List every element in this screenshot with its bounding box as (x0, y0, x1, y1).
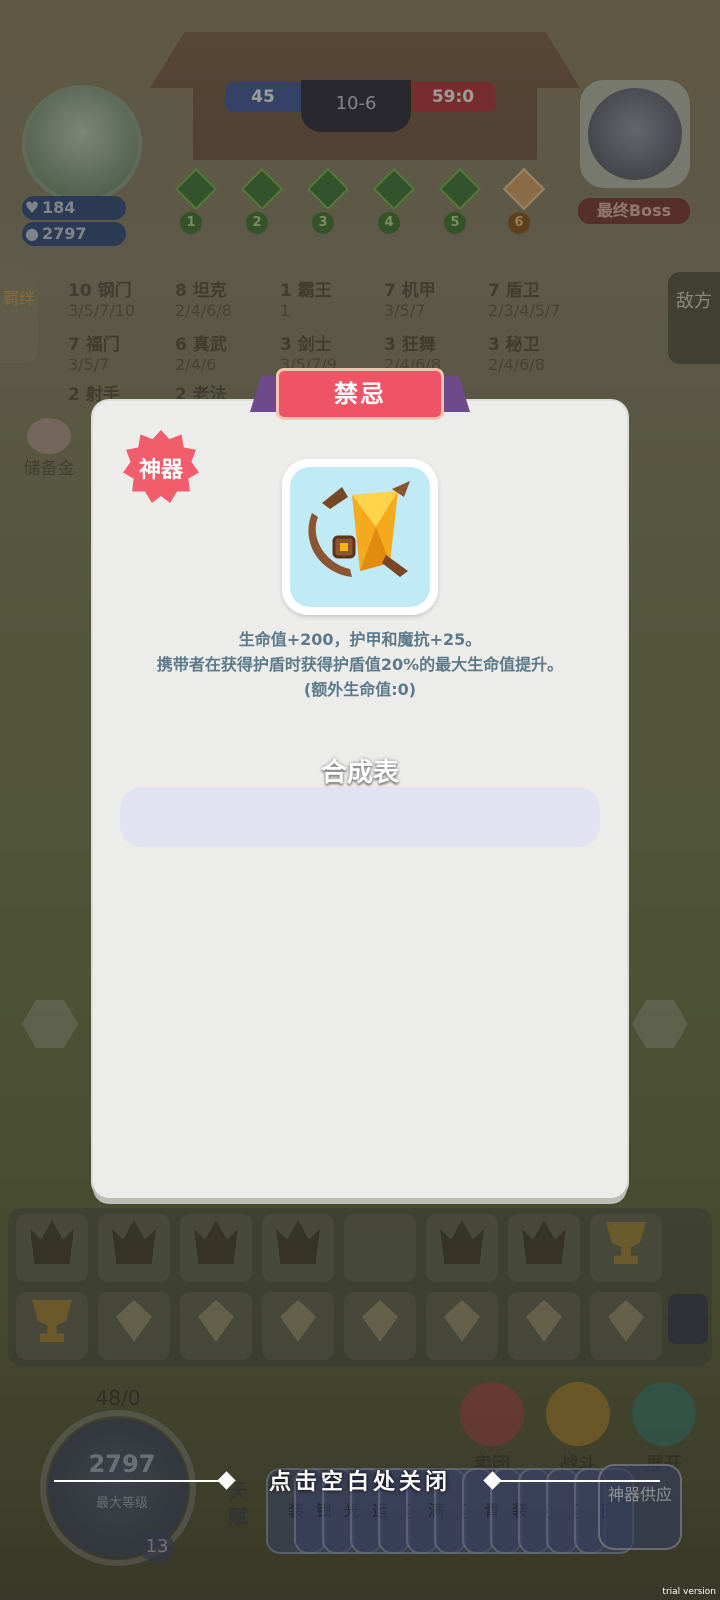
item-icon-frame (282, 459, 438, 615)
recipe-section-title: 合成表 (320, 758, 399, 788)
hint-line-right (496, 1480, 660, 1482)
hint-diamond-icon (217, 1471, 236, 1490)
artifact-badge: 神器 (123, 430, 199, 506)
recipe-list (120, 787, 600, 847)
dialog-title-banner: 禁忌 (250, 368, 470, 422)
close-hint-text: 点击空白处关闭 (268, 1469, 451, 1495)
item-description-line: 携带者在获得护盾时获得护盾值20%的最大生命值提升。 (156, 655, 564, 674)
close-hint: 点击空白处关闭 (50, 1466, 670, 1496)
dialog-title: 禁忌 (276, 368, 444, 420)
trial-watermark: trial version (662, 1587, 716, 1597)
item-icon-background (290, 467, 430, 607)
item-description-line: 生命值+200，护甲和魔抗+25。 (238, 630, 482, 649)
hint-line-left (54, 1480, 224, 1482)
item-bonus-hp: (额外生命值:0) (303, 680, 417, 699)
crystal-relic-icon (308, 481, 410, 577)
badge-label: 神器 (138, 458, 183, 483)
